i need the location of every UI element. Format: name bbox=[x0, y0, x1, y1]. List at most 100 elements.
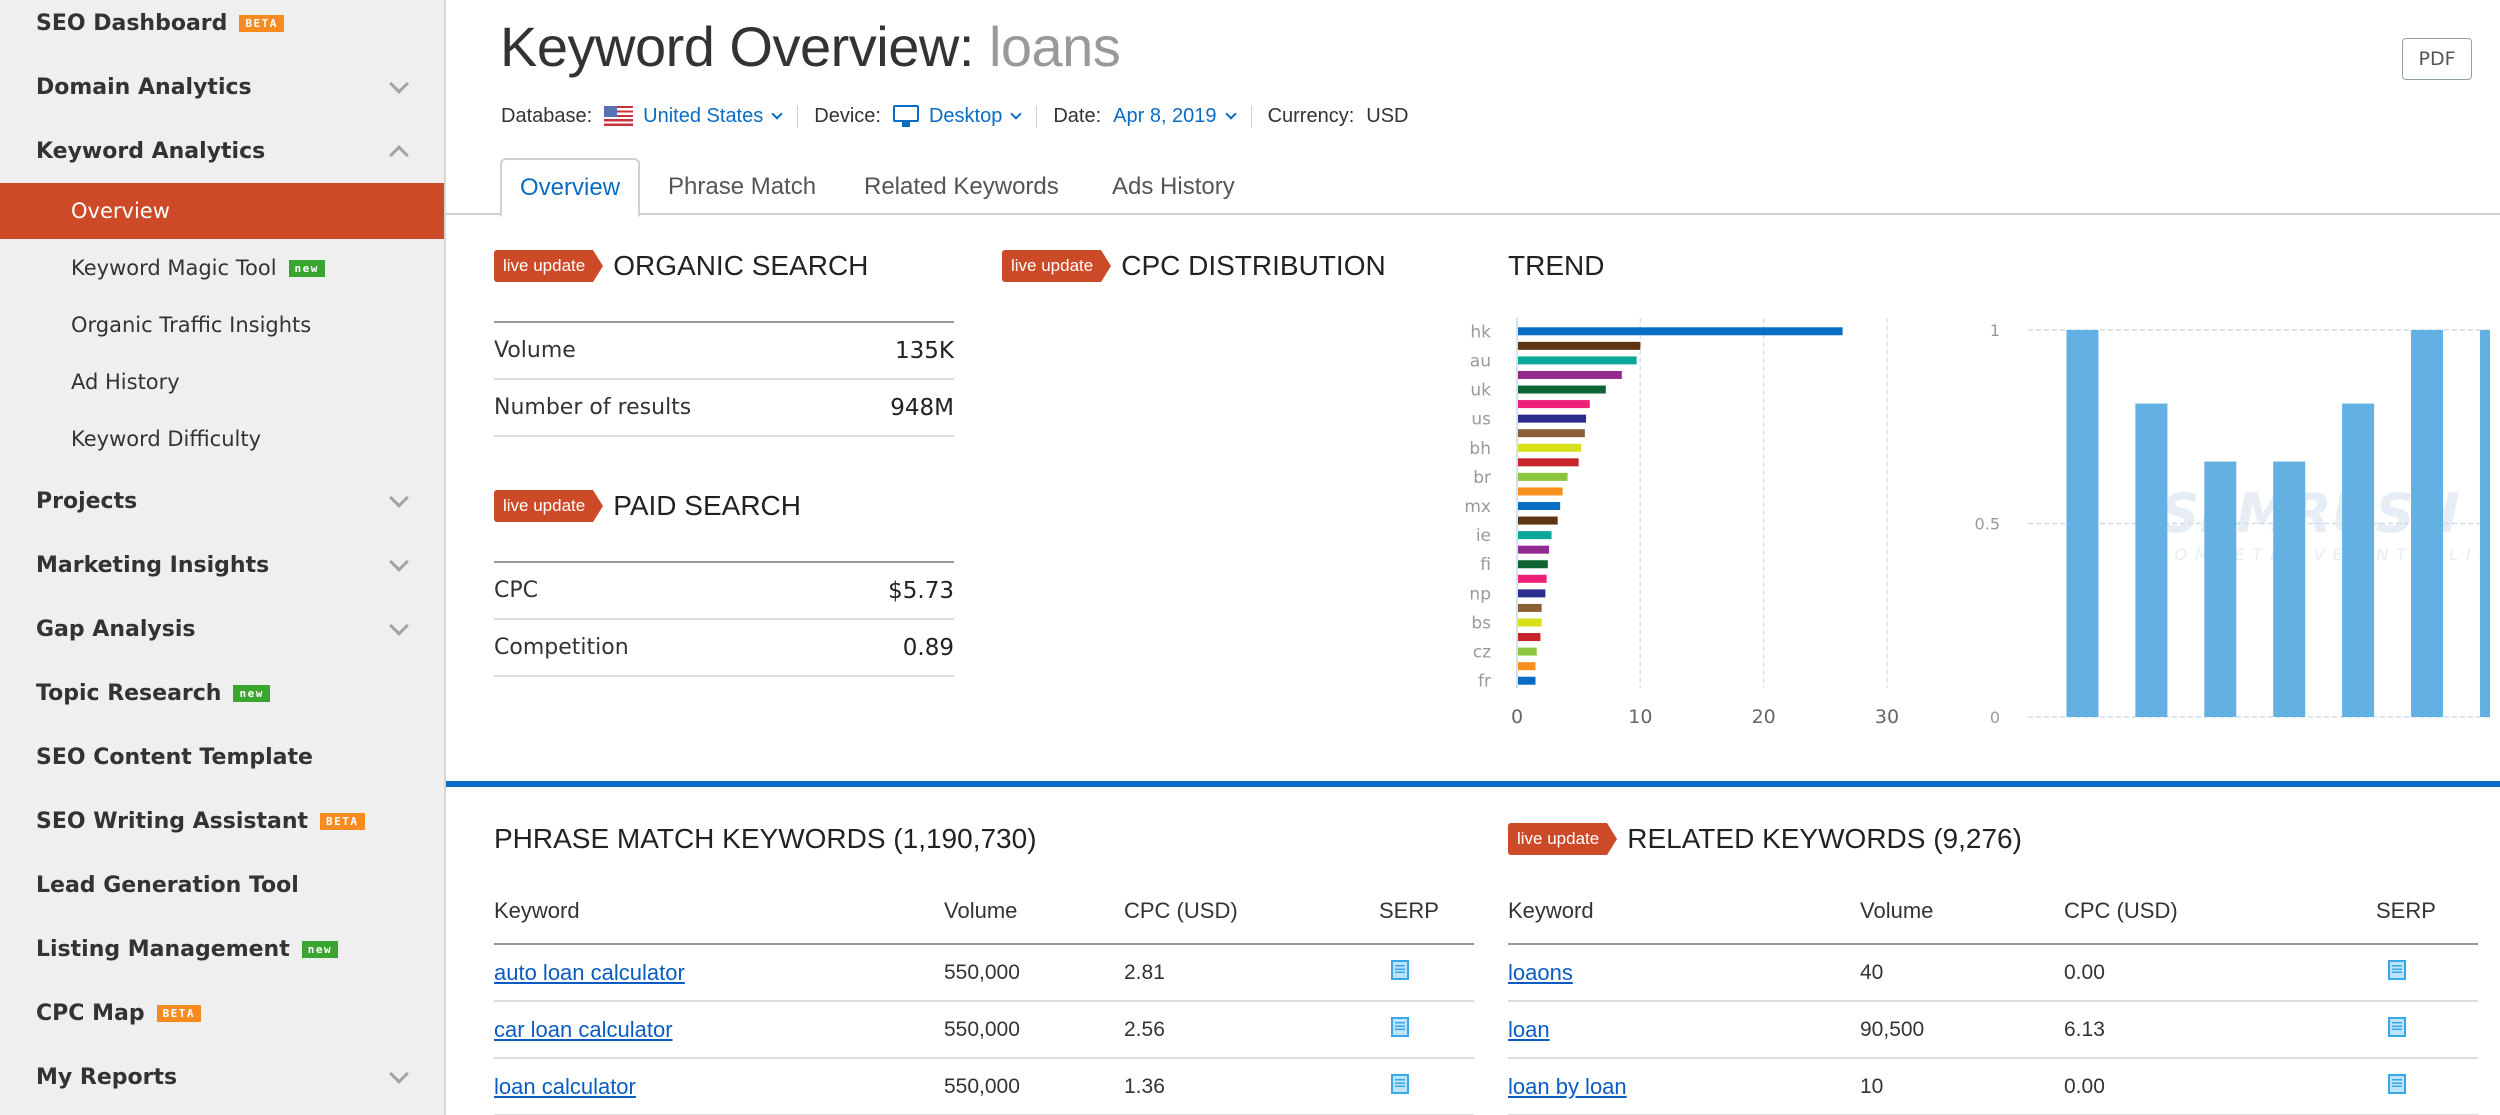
trend-bar[interactable] bbox=[2342, 403, 2375, 717]
metric-value: 0.89 bbox=[902, 634, 954, 661]
sidebar-item-my-reports[interactable]: My Reports bbox=[0, 1049, 444, 1105]
y-tick-label: 1 bbox=[1990, 321, 2000, 340]
serp-snapshot-icon[interactable] bbox=[1391, 959, 1409, 980]
sidebar-item-label: Marketing Insights bbox=[36, 552, 270, 578]
serp-snapshot-icon[interactable] bbox=[2388, 1016, 2406, 1037]
sidebar-item-label: Listing Management bbox=[36, 936, 290, 962]
sidebar-item-seo-dashboard[interactable]: SEO Dashboard BETA bbox=[0, 0, 444, 51]
sidebar-item-label: Projects bbox=[36, 488, 138, 514]
tab-related-keywords[interactable]: Related Keywords bbox=[864, 158, 1059, 215]
date-select[interactable]: Apr 8, 2019 bbox=[1113, 104, 1237, 128]
keyword-cell: loan bbox=[1508, 1001, 1860, 1059]
tab-ads-history[interactable]: Ads History bbox=[1112, 158, 1235, 215]
metric-label: CPC bbox=[494, 578, 538, 603]
trend-title: TREND bbox=[1508, 250, 1605, 281]
keyword-link[interactable]: loaons bbox=[1508, 960, 1573, 985]
keyword-link[interactable]: loan by loan bbox=[1508, 1074, 1627, 1099]
sidebar-item-lead-generation-tool[interactable]: Lead Generation Tool bbox=[0, 857, 444, 913]
sidebar-item-projects[interactable]: Projects bbox=[0, 473, 444, 529]
volume-cell: 10 bbox=[1860, 1058, 2064, 1115]
chevron-down-icon[interactable] bbox=[389, 488, 409, 508]
keyword-link[interactable]: loan calculator bbox=[494, 1074, 636, 1099]
column-header-cpc[interactable]: CPC (USD) bbox=[1124, 878, 1379, 945]
serp-cell bbox=[2376, 1058, 2478, 1115]
live-update-badge: live update bbox=[494, 250, 604, 282]
trend-bar[interactable] bbox=[2479, 330, 2490, 717]
y-category-label: ie bbox=[1476, 526, 1491, 546]
device-select[interactable]: Desktop bbox=[892, 105, 1022, 128]
paid-metrics: CPC $5.73 Competition 0.89 bbox=[494, 561, 954, 677]
trend-bar[interactable] bbox=[2204, 461, 2237, 717]
sidebar-item-topic-research[interactable]: Topic Research new bbox=[0, 665, 444, 721]
volume-cell: 550,000 bbox=[944, 1001, 1124, 1059]
sidebar-item-listing-management[interactable]: Listing Management new bbox=[0, 921, 444, 977]
sidebar-item-overview[interactable]: Overview bbox=[0, 183, 444, 239]
sidebar-item-label: Ad History bbox=[71, 370, 180, 394]
phrase-match-table: Keyword Volume CPC (USD) SERP auto loan … bbox=[494, 878, 1474, 1115]
keyword-cell: loan calculator bbox=[494, 1058, 944, 1115]
column-header-volume[interactable]: Volume bbox=[1860, 878, 2064, 945]
keyword-cell: loaons bbox=[1508, 944, 1860, 1002]
metric-label: Volume bbox=[494, 338, 576, 363]
chevron-down-icon[interactable] bbox=[389, 74, 409, 94]
sidebar: SEO Dashboard BETA Domain Analytics Keyword… bbox=[0, 0, 446, 1115]
sidebar-item-label: Domain Analytics bbox=[36, 74, 252, 100]
pdf-export-button[interactable]: PDF bbox=[2402, 38, 2472, 80]
metric-value: 135K bbox=[895, 337, 954, 364]
y-category-label: cz bbox=[1473, 643, 1491, 663]
chevron-up-icon[interactable] bbox=[389, 145, 409, 165]
new-badge: new bbox=[301, 940, 339, 958]
keyword-link[interactable]: auto loan calculator bbox=[494, 960, 685, 985]
table-row: auto loan calculator 550,000 2.81 bbox=[494, 944, 1474, 1002]
chevron-down-icon[interactable] bbox=[389, 616, 409, 636]
serp-snapshot-icon[interactable] bbox=[1391, 1016, 1409, 1037]
tab-overview[interactable]: Overview bbox=[500, 158, 641, 217]
y-category-label: uk bbox=[1470, 381, 1491, 401]
sidebar-item-keyword-magic-tool[interactable]: Keyword Magic Tool new bbox=[0, 240, 444, 296]
keyword-link[interactable]: loan bbox=[1508, 1017, 1550, 1042]
sidebar-item-marketing-insights[interactable]: Marketing Insights bbox=[0, 537, 444, 593]
section-divider bbox=[446, 781, 2500, 787]
keyword-cell: auto loan calculator bbox=[494, 944, 944, 1002]
y-category-label: bh bbox=[1469, 439, 1491, 459]
trend-bar[interactable] bbox=[2273, 461, 2306, 717]
database-select[interactable]: United States bbox=[604, 105, 783, 128]
related-keywords-heading: live update RELATED KEYWORDS (9,276) bbox=[1508, 823, 2022, 855]
metric-label: Number of results bbox=[494, 395, 692, 420]
sidebar-item-organic-traffic-insights[interactable]: Organic Traffic Insights bbox=[0, 297, 444, 353]
serp-snapshot-icon[interactable] bbox=[2388, 1073, 2406, 1094]
sidebar-item-domain-analytics[interactable]: Domain Analytics bbox=[0, 59, 444, 115]
cpc-cell: 2.56 bbox=[1124, 1001, 1379, 1059]
column-header-cpc[interactable]: CPC (USD) bbox=[2064, 878, 2376, 945]
sidebar-item-seo-writing-assistant[interactable]: SEO Writing Assistant BETA bbox=[0, 793, 444, 849]
cpc-cell: 2.81 bbox=[1124, 944, 1379, 1002]
y-category-label: np bbox=[1469, 584, 1491, 604]
cpc-distribution-heading: live update CPC DISTRIBUTION bbox=[1002, 250, 1386, 282]
beta-badge: BETA bbox=[320, 812, 365, 830]
date-value: Apr 8, 2019 bbox=[1113, 104, 1217, 127]
serp-cell bbox=[2376, 1001, 2478, 1059]
sidebar-item-gap-analysis[interactable]: Gap Analysis bbox=[0, 601, 444, 657]
cpc-cell: 6.13 bbox=[2064, 1001, 2376, 1059]
trend-bar[interactable] bbox=[2411, 330, 2444, 717]
metric-number-of-results: Number of results 948M bbox=[494, 380, 954, 437]
sidebar-item-ad-history[interactable]: Ad History bbox=[0, 354, 444, 410]
sidebar-item-cpc-map[interactable]: CPC Map BETA bbox=[0, 985, 444, 1041]
table-row: loaons 40 0.00 bbox=[1508, 944, 2478, 1002]
sidebar-item-keyword-difficulty[interactable]: Keyword Difficulty bbox=[0, 411, 444, 467]
keyword-link[interactable]: car loan calculator bbox=[494, 1017, 673, 1042]
sidebar-item-seo-content-template[interactable]: SEO Content Template bbox=[0, 729, 444, 785]
sidebar-item-keyword-analytics[interactable]: Keyword Analytics bbox=[0, 123, 444, 179]
sidebar-item-label: Organic Traffic Insights bbox=[71, 313, 312, 337]
column-header-volume[interactable]: Volume bbox=[944, 878, 1124, 945]
trend-bar[interactable] bbox=[2066, 330, 2099, 717]
chevron-down-icon[interactable] bbox=[389, 552, 409, 572]
column-header-keyword[interactable]: Keyword bbox=[494, 878, 944, 945]
column-header-serp: SERP bbox=[2376, 878, 2478, 945]
column-header-keyword[interactable]: Keyword bbox=[1508, 878, 1860, 945]
chevron-down-icon[interactable] bbox=[389, 1064, 409, 1084]
trend-bar[interactable] bbox=[2135, 403, 2168, 717]
serp-snapshot-icon[interactable] bbox=[2388, 959, 2406, 980]
tab-phrase-match[interactable]: Phrase Match bbox=[668, 158, 816, 215]
serp-snapshot-icon[interactable] bbox=[1391, 1073, 1409, 1094]
